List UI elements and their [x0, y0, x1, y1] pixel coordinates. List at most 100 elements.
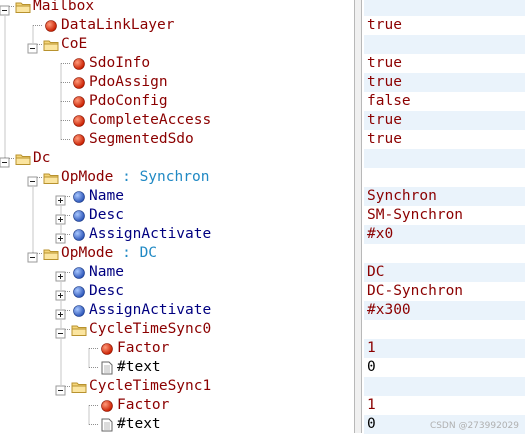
node-label[interactable]: OpMode : DC — [61, 244, 157, 263]
collapse-toggle-icon[interactable] — [0, 1, 15, 16]
node-name: CycleTimeSync1 — [89, 378, 212, 394]
node-value[interactable] — [364, 320, 525, 339]
tree-row[interactable]: SegmentedSdo true — [0, 130, 525, 149]
expand-toggle-icon[interactable] — [55, 191, 71, 206]
node-label[interactable]: Factor — [117, 339, 169, 358]
node-value[interactable] — [364, 35, 525, 54]
node-label[interactable]: Name — [89, 263, 124, 282]
tree-row[interactable]: Desc DC-Synchron — [0, 282, 525, 301]
node-value[interactable] — [364, 377, 525, 396]
node-label[interactable]: OpMode : Synchron — [61, 168, 209, 187]
node-value[interactable] — [364, 244, 525, 263]
tree-row[interactable]: AssignActivate #x300 — [0, 301, 525, 320]
node-label[interactable]: Desc — [89, 282, 124, 301]
node-label[interactable]: PdoConfig — [89, 92, 168, 111]
node-value[interactable]: true — [364, 111, 525, 130]
node-label[interactable]: SegmentedSdo — [89, 130, 194, 149]
node-value[interactable]: #x300 — [364, 301, 525, 320]
node-name: PdoConfig — [89, 93, 168, 109]
collapse-toggle-icon[interactable] — [27, 39, 43, 54]
tree-row[interactable]: Dc — [0, 149, 525, 168]
tree-row[interactable]: AssignActivate #x0 — [0, 225, 525, 244]
collapse-toggle-icon[interactable] — [55, 381, 71, 396]
tree-row[interactable]: CycleTimeSync1 — [0, 377, 525, 396]
node-label[interactable]: Dc — [33, 149, 50, 168]
tree-row[interactable]: Mailbox — [0, 0, 525, 16]
tree-row[interactable]: Factor 1 — [0, 396, 525, 415]
collapse-toggle-icon[interactable] — [27, 172, 43, 187]
node-name: #text — [117, 359, 161, 375]
node-label[interactable]: Mailbox — [33, 0, 94, 16]
node-annotation: : Synchron — [113, 169, 210, 185]
node-name: CompleteAccess — [89, 112, 212, 128]
node-value[interactable]: DC-Synchron — [364, 282, 525, 301]
node-value-text: true — [367, 17, 402, 33]
node-value[interactable]: true — [364, 54, 525, 73]
node-value[interactable]: true — [364, 16, 525, 35]
node-label[interactable]: CycleTimeSync0 — [89, 320, 211, 339]
node-name: Name — [89, 188, 124, 204]
xml-tree-view[interactable]: Mailbox DataLinkLayer true CoE SdoInfo true Pd… — [0, 0, 525, 434]
node-label[interactable]: CoE — [61, 35, 87, 54]
expand-toggle-icon[interactable] — [55, 267, 71, 282]
tree-row[interactable]: CycleTimeSync0 — [0, 320, 525, 339]
node-label[interactable]: Factor — [117, 396, 169, 415]
collapse-toggle-icon[interactable] — [27, 248, 43, 263]
node-value[interactable]: #x0 — [364, 225, 525, 244]
node-label[interactable]: SdoInfo — [89, 54, 150, 73]
node-label[interactable]: AssignActivate — [89, 225, 211, 244]
node-value[interactable]: true — [364, 73, 525, 92]
tree-row[interactable]: PdoConfig false — [0, 92, 525, 111]
expand-toggle-icon[interactable] — [55, 305, 71, 320]
node-label[interactable]: Name — [89, 187, 124, 206]
node-value[interactable]: true — [364, 130, 525, 149]
tree-row[interactable]: Name DC — [0, 263, 525, 282]
tree-row[interactable]: OpMode : DC — [0, 244, 525, 263]
node-name: AssignActivate — [89, 226, 212, 242]
node-label[interactable]: Desc — [89, 206, 124, 225]
node-label[interactable]: PdoAssign — [89, 73, 168, 92]
node-annotation: : DC — [113, 245, 158, 261]
tree-row[interactable]: SdoInfo true — [0, 54, 525, 73]
collapse-toggle-icon[interactable] — [0, 153, 15, 168]
expand-toggle-icon[interactable] — [55, 210, 71, 225]
tree-row[interactable]: DataLinkLayer true — [0, 16, 525, 35]
node-name: CycleTimeSync0 — [89, 321, 212, 337]
node-label[interactable]: CompleteAccess — [89, 111, 211, 130]
node-value[interactable]: false — [364, 92, 525, 111]
node-value[interactable] — [364, 0, 525, 16]
tree-row[interactable]: #text 0 — [0, 358, 525, 377]
node-label[interactable]: DataLinkLayer — [61, 16, 175, 35]
node-name: DataLinkLayer — [61, 17, 175, 33]
tree-row[interactable]: PdoAssign true — [0, 73, 525, 92]
expand-toggle-icon[interactable] — [55, 286, 71, 301]
node-value[interactable]: 1 — [364, 396, 525, 415]
folder-icon — [15, 151, 31, 165]
element-bullet-icon — [71, 94, 87, 108]
node-value[interactable]: DC — [364, 263, 525, 282]
tree-row[interactable]: Desc SM-Synchron — [0, 206, 525, 225]
node-value[interactable]: 0 — [364, 358, 525, 377]
expand-toggle-icon[interactable] — [55, 229, 71, 244]
tree-row[interactable]: OpMode : Synchron — [0, 168, 525, 187]
node-name: CoE — [61, 36, 88, 52]
column-splitter[interactable] — [354, 0, 362, 433]
node-value[interactable] — [364, 149, 525, 168]
tree-row[interactable]: CompleteAccess true — [0, 111, 525, 130]
tree-row[interactable]: Name Synchron — [0, 187, 525, 206]
tree-row[interactable]: Factor 1 — [0, 339, 525, 358]
node-label[interactable]: CycleTimeSync1 — [89, 377, 211, 396]
node-value[interactable]: Synchron — [364, 187, 525, 206]
node-value[interactable]: 1 — [364, 339, 525, 358]
node-label[interactable]: #text — [117, 415, 161, 434]
node-label[interactable]: #text — [117, 358, 161, 377]
folder-icon — [43, 37, 59, 51]
collapse-toggle-icon[interactable] — [55, 324, 71, 339]
element-bullet-icon — [71, 56, 87, 70]
node-value-text: DC-Synchron — [367, 283, 464, 299]
tree-row[interactable]: CoE — [0, 35, 525, 54]
node-label[interactable]: AssignActivate — [89, 301, 211, 320]
node-value[interactable] — [364, 168, 525, 187]
text-node-icon — [99, 360, 115, 375]
node-value[interactable]: SM-Synchron — [364, 206, 525, 225]
